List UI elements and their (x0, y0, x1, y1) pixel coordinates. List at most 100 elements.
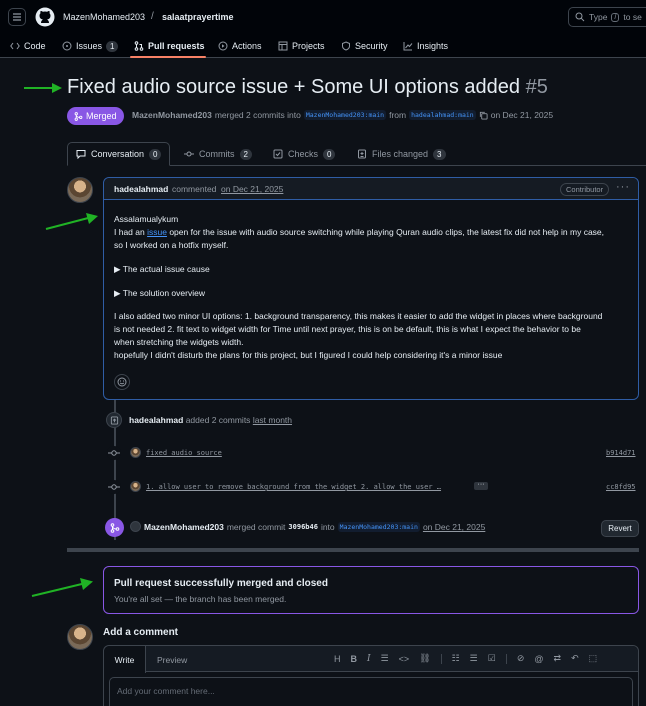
avatar[interactable] (130, 521, 141, 532)
heading-icon[interactable]: H (334, 654, 341, 664)
tab-insights-label: Insights (417, 41, 449, 51)
triangle-right-icon: ▶ (114, 264, 121, 274)
base-branch-ref[interactable]: MazenMohamed203:main (303, 110, 387, 120)
quote-icon[interactable]: ☰ (381, 653, 389, 664)
tab-issues[interactable]: Issues 1 (62, 34, 119, 58)
tab-preview[interactable]: Preview (157, 655, 187, 665)
annotation-arrow-icon (31, 578, 93, 597)
code-icon[interactable]: <> (399, 654, 410, 664)
details-label: The actual issue cause (122, 264, 210, 274)
avatar[interactable] (67, 177, 93, 203)
tab-security[interactable]: Security (341, 34, 388, 58)
annotation-arrow-icon (45, 213, 98, 230)
copy-icon[interactable] (479, 111, 488, 120)
merged-status-box: Pull request successfully merged and clo… (103, 566, 639, 614)
merge-base-ref[interactable]: MazenMohamed203:main (337, 522, 420, 532)
comment-action-text: commented (172, 184, 217, 194)
hamburger-icon (13, 13, 21, 21)
mention-icon[interactable]: @ (534, 654, 543, 664)
attach-icon[interactable]: ⊘ (517, 653, 525, 664)
issue-link[interactable]: issue (147, 227, 167, 237)
markdown-toolbar: H B I ☰ <> ⛓ ☷ ☰ ☑ ⊘ @ ⇄ ↶ ⬚ (334, 653, 597, 664)
repo-owner-link[interactable]: MazenMohamed203 (63, 12, 145, 22)
smiley-icon (117, 377, 127, 387)
italic-icon[interactable]: I (367, 654, 371, 664)
comment-date-link[interactable]: on Dec 21, 2025 (221, 184, 283, 194)
annotation-arrow-icon (24, 83, 62, 93)
link-icon[interactable]: ⛓ (419, 653, 430, 664)
details-toggle-solution[interactable]: ▶ The solution overview (114, 287, 634, 300)
avatar[interactable] (130, 447, 141, 458)
tab-issues-label: Issues (76, 41, 103, 51)
search-input[interactable]: Type / to se (568, 7, 646, 27)
added-when-link[interactable]: last month (253, 415, 292, 425)
comment-header: hadealahmad commented on Dec 21, 2025 Co… (104, 178, 638, 200)
files-changed-counter: 3 (433, 148, 446, 160)
commit-node-icon (107, 446, 121, 460)
graph-icon (403, 42, 413, 51)
kebab-menu-icon[interactable]: ··· (616, 181, 630, 193)
merge-text: merged commit (226, 522, 286, 532)
expand-commit-button[interactable]: ··· (474, 481, 488, 490)
cross-reference-icon[interactable]: ⇄ (554, 653, 562, 664)
add-reaction-button[interactable] (114, 374, 130, 390)
github-logo-icon[interactable] (35, 7, 55, 27)
revert-button[interactable]: Revert (601, 520, 639, 537)
tab-actions[interactable]: Actions (218, 34, 262, 58)
tab-pull-requests-label: Pull requests (148, 41, 205, 51)
comment-author-link[interactable]: hadealahmad (114, 184, 168, 194)
search-icon (575, 12, 585, 22)
merge-sha-link[interactable]: 3096b46 (288, 523, 318, 531)
tab-checks[interactable]: Checks 0 (273, 142, 336, 166)
numbered-list-icon[interactable]: ☷ (452, 653, 460, 664)
avatar[interactable] (67, 624, 93, 650)
commit-message-link[interactable]: 1. allow user to remove background from … (146, 483, 441, 491)
commit-sha-link[interactable]: b914d71 (606, 449, 636, 457)
shield-icon (342, 41, 350, 51)
fullscreen-icon[interactable]: ⬚ (589, 653, 598, 664)
avatar[interactable] (130, 481, 141, 492)
tab-pull-requests[interactable]: Pull requests (134, 34, 205, 58)
repo-name-link[interactable]: salaatprayertime (162, 12, 234, 22)
merge-icon (74, 111, 83, 121)
tab-files-changed[interactable]: Files changed 3 (357, 142, 446, 166)
pr-author-link[interactable]: MazenMohamed203 (132, 110, 212, 120)
commit-message-link[interactable]: fixed audio source (146, 449, 222, 457)
tab-conversation-label: Conversation (91, 149, 145, 159)
table-icon (278, 41, 288, 51)
tab-projects[interactable]: Projects (278, 34, 325, 58)
saved-reply-icon[interactable]: ↶ (571, 653, 579, 664)
comment-paragraph-2-line-2: is not needed 2. fit text to widget widt… (114, 324, 581, 334)
pr-from-text: from (389, 110, 407, 120)
comment-textarea-placeholder: Add your comment here... (117, 686, 215, 696)
menu-button[interactable] (8, 8, 26, 26)
tab-insights[interactable]: Insights (403, 34, 448, 58)
tab-security-label: Security (355, 41, 388, 51)
repo-push-icon (110, 415, 118, 425)
head-branch-ref[interactable]: hadealahmad:main (409, 110, 476, 120)
page-title: Fixed audio source issue + Some UI optio… (67, 76, 548, 99)
add-comment-heading: Add a comment (103, 627, 179, 638)
merge-author-link[interactable]: MazenMohamed203 (144, 522, 224, 532)
tab-write[interactable]: Write (104, 646, 146, 673)
file-diff-icon (358, 149, 366, 159)
search-placeholder: Type (589, 12, 608, 22)
details-toggle-issue-cause[interactable]: ▶ The actual issue cause (114, 263, 634, 276)
bold-icon[interactable]: B (351, 654, 358, 664)
tab-code[interactable]: Code (10, 34, 46, 58)
issues-counter: 1 (106, 40, 119, 52)
merge-date-link[interactable]: on Dec 21, 2025 (423, 522, 485, 532)
task-list-icon[interactable]: ☑ (488, 653, 496, 664)
bulleted-list-icon[interactable]: ☰ (470, 653, 478, 664)
code-icon (10, 42, 20, 50)
added-author-link[interactable]: hadealahmad (129, 415, 183, 425)
status-badge: Merged (67, 107, 124, 125)
comment-greeting: Assalamualykum (114, 214, 179, 224)
commit-sha-link[interactable]: cc8fd95 (606, 483, 636, 491)
tab-commits[interactable]: Commits 2 (184, 142, 252, 166)
contributor-badge: Contributor (560, 183, 610, 196)
tab-conversation[interactable]: Conversation 0 (67, 142, 171, 166)
comment-textarea[interactable]: Add your comment here... (109, 677, 633, 706)
play-circle-icon (218, 41, 228, 51)
triangle-right-icon: ▶ (114, 288, 121, 298)
